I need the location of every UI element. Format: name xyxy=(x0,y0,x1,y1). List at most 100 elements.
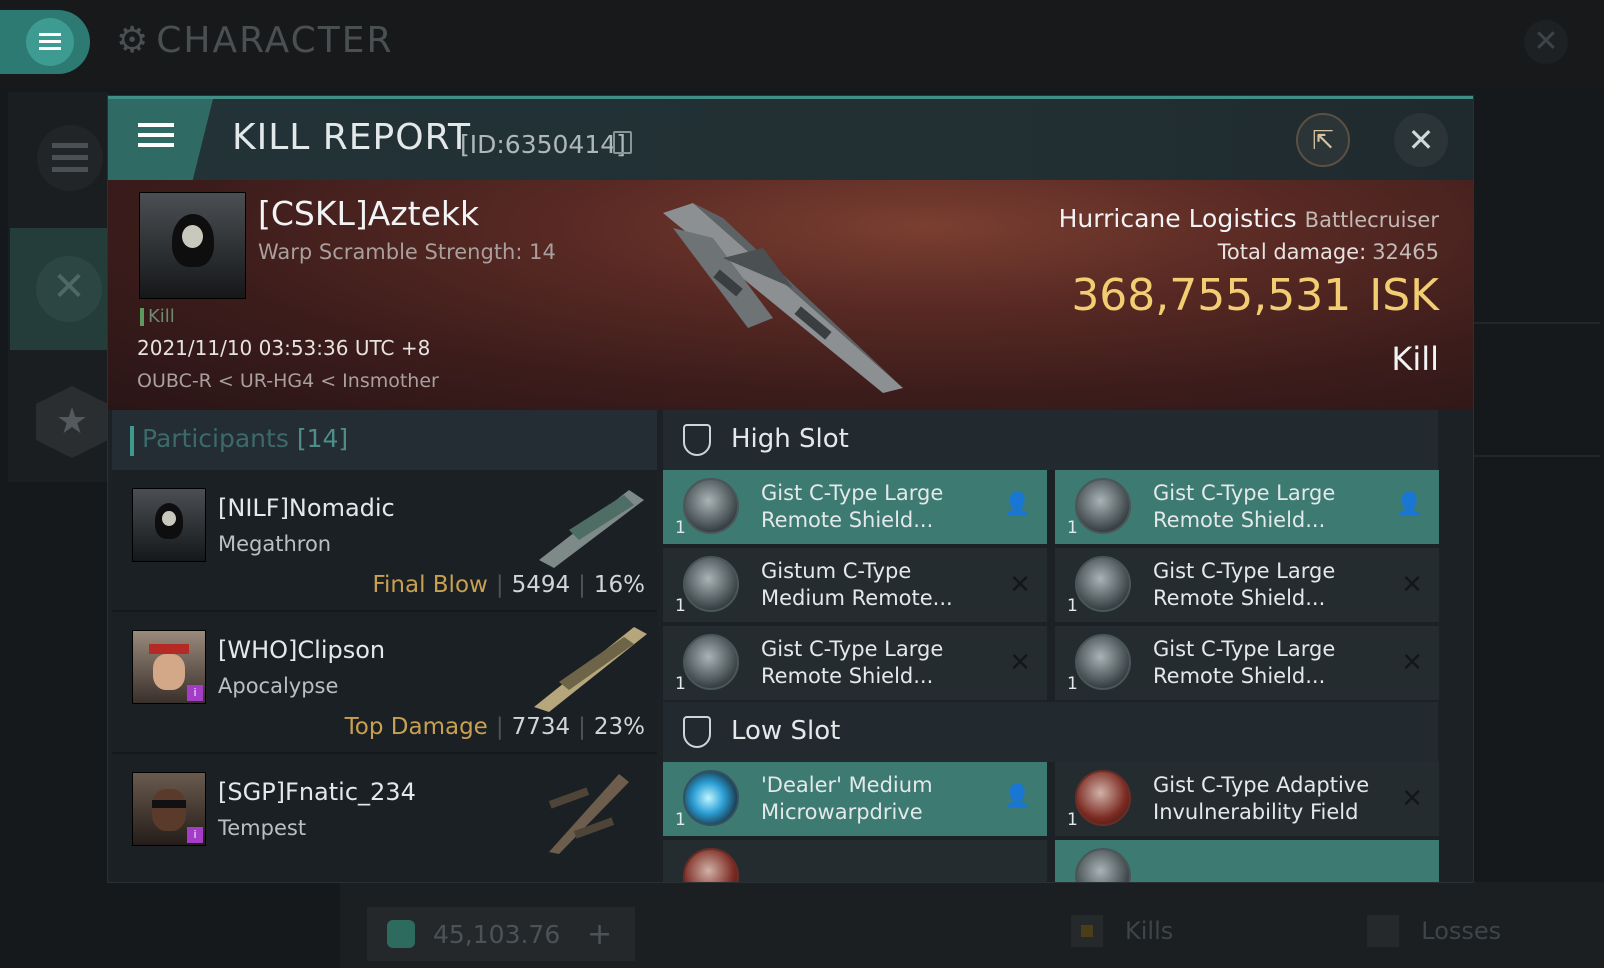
participant-ship: Megathron xyxy=(218,532,332,556)
side-nav-list-button[interactable] xyxy=(37,125,103,191)
module-item[interactable] xyxy=(663,840,1047,882)
participant-row[interactable]: [NILF]Nomadic Megathron Final Blow | 5494 |… xyxy=(112,470,657,612)
module-icon xyxy=(1075,848,1131,882)
shield-booster-icon xyxy=(1075,478,1131,534)
kills-losses-legend: Kills Losses xyxy=(1071,915,1501,947)
module-name: Gist C-Type Adaptive Invulnerability Fie… xyxy=(1153,773,1370,824)
losses-swatch[interactable] xyxy=(1367,915,1400,947)
victim-ship-name[interactable]: Hurricane Logistics Battlecruiser xyxy=(1059,204,1439,233)
modal-header: KILL REPORT [ID:6350414] ⇱ ✕ xyxy=(108,96,1473,183)
participant-portrait[interactable]: i xyxy=(132,772,206,846)
shield-booster-icon xyxy=(1075,556,1131,612)
modal-title: KILL REPORT xyxy=(232,117,471,158)
character-icon: ⚙ xyxy=(116,20,151,61)
module-name: Gist C-Type Large Remote Shield... xyxy=(1153,481,1336,532)
wallet-box: 45,103.76 + xyxy=(367,907,635,961)
participant-ship-image[interactable] xyxy=(529,764,649,854)
share-button[interactable]: ⇱ xyxy=(1296,113,1350,167)
info-badge: i xyxy=(187,685,203,701)
participant-stats: Final Blow | 5494 | 16% xyxy=(372,572,645,598)
participant-ship-image[interactable] xyxy=(529,480,649,570)
close-button[interactable]: ✕ xyxy=(1394,113,1448,167)
high-slot-title: High Slot xyxy=(731,424,849,454)
participant-percent: 23% xyxy=(593,714,645,740)
close-icon: ✕ xyxy=(1407,121,1435,159)
invulnerability-field-icon xyxy=(1075,770,1131,826)
person-icon: 👤 xyxy=(1395,492,1423,517)
destroyed-icon: ✕ xyxy=(1401,648,1423,678)
shield-booster-icon xyxy=(683,556,739,612)
destroyed-icon: ✕ xyxy=(1009,648,1031,678)
add-funds-button[interactable]: + xyxy=(587,917,612,952)
participant-ship: Tempest xyxy=(218,816,307,840)
module-name: Gist C-Type Large Remote Shield... xyxy=(761,637,944,688)
fitting-panel: High Slot 1 Gist C-Type Large Remote Shi… xyxy=(663,410,1473,882)
module-item[interactable]: 1 Gist C-Type Large Remote Shield... ✕ xyxy=(1055,626,1439,700)
module-item[interactable]: 1 Gistum C-Type Medium Remote... ✕ xyxy=(663,548,1047,622)
main-menu-button[interactable] xyxy=(0,10,90,74)
high-slot-header: High Slot xyxy=(663,410,1438,470)
participant-name[interactable]: [NILF]Nomadic xyxy=(218,494,395,522)
total-damage: Total damage: 32465 xyxy=(1217,240,1439,264)
hamburger-icon xyxy=(26,18,74,66)
participants-header: Participants [14] xyxy=(112,410,657,470)
wallet-value: 45,103.76 xyxy=(433,919,561,949)
module-name: Gist C-Type Large Remote Shield... xyxy=(761,481,944,532)
participant-stats: Top Damage | 7734 | 23% xyxy=(344,714,645,740)
page-close-button[interactable]: ✕ xyxy=(1524,20,1568,64)
participant-name[interactable]: [WHO]Clipson xyxy=(218,636,385,664)
participant-ship-image[interactable] xyxy=(529,622,649,712)
module-item[interactable]: 1 Gist C-Type Adaptive Invulnerability F… xyxy=(1055,762,1439,836)
module-item[interactable]: 1 Gist C-Type Large Remote Shield... ✕ xyxy=(1055,548,1439,622)
participant-percent: 16% xyxy=(593,572,645,598)
shield-booster-icon xyxy=(683,634,739,690)
victim-name[interactable]: [CSKL]Aztekk xyxy=(258,194,479,233)
shield-booster-icon xyxy=(1075,634,1131,690)
module-item[interactable]: 1 Gist C-Type Large Remote Shield... ✕ xyxy=(663,626,1047,700)
shield-booster-icon xyxy=(683,478,739,534)
page-title: ⚙ CHARACTER xyxy=(116,20,394,61)
module-name: 'Dealer' Medium Microwarpdrive xyxy=(761,773,933,824)
module-item[interactable] xyxy=(1055,840,1439,882)
copy-icon[interactable] xyxy=(613,131,632,154)
participant-row[interactable]: i [WHO]Clipson Apocalypse Top Damage | 773… xyxy=(112,612,657,754)
victim-ship-image[interactable] xyxy=(653,198,913,398)
module-item[interactable]: 1 Gist C-Type Large Remote Shield... 👤 xyxy=(1055,470,1439,544)
side-nav-combat-button[interactable]: ✕ xyxy=(10,228,108,350)
person-icon: 👤 xyxy=(1003,492,1031,517)
participants-count: [14] xyxy=(296,424,349,453)
participant-row[interactable]: i [SGP]Fnatic_234 Tempest xyxy=(112,754,657,882)
participants-title: Participants xyxy=(142,424,289,453)
modal-menu-button[interactable] xyxy=(108,99,213,183)
module-name: Gist C-Type Large Remote Shield... xyxy=(1153,637,1336,688)
kill-report-modal: KILL REPORT [ID:6350414] ⇱ ✕ [CSKL]Aztek… xyxy=(108,96,1473,882)
participants-panel: Participants [14] [NILF]Nomadic Megathro… xyxy=(112,410,657,882)
wallet-icon xyxy=(387,920,415,948)
warp-scramble-strength: Warp Scramble Strength: 14 xyxy=(258,240,556,264)
participant-name[interactable]: [SGP]Fnatic_234 xyxy=(218,778,416,806)
destroyed-icon: ✕ xyxy=(1009,570,1031,600)
info-badge: i xyxy=(187,827,203,843)
module-item[interactable]: 1 'Dealer' Medium Microwarpdrive 👤 xyxy=(663,762,1047,836)
destroyed-icon: ✕ xyxy=(1401,784,1423,814)
low-slot-title: Low Slot xyxy=(731,716,841,746)
person-icon: 👤 xyxy=(1003,784,1031,809)
module-name: Gistum C-Type Medium Remote... xyxy=(761,559,953,610)
star-icon: ★ xyxy=(55,401,89,442)
high-slot-icon xyxy=(683,424,711,456)
victim-portrait[interactable] xyxy=(139,192,246,299)
module-item[interactable]: 1 Gist C-Type Large Remote Shield... 👤 xyxy=(663,470,1047,544)
external-link-icon: ⇱ xyxy=(1312,126,1334,156)
crossed-swords-icon: ✕ xyxy=(36,256,102,322)
kill-tag: Kill xyxy=(140,306,175,327)
low-slot-header: Low Slot xyxy=(663,702,1438,762)
top-damage-tag: Top Damage xyxy=(344,714,488,740)
module-icon xyxy=(683,848,739,882)
participant-damage: 5494 xyxy=(511,572,571,598)
participant-portrait[interactable]: i xyxy=(132,630,206,704)
victim-banner: [CSKL]Aztekk Warp Scramble Strength: 14 … xyxy=(108,180,1473,410)
participant-portrait[interactable] xyxy=(132,488,206,562)
kills-swatch[interactable] xyxy=(1071,915,1103,947)
microwarpdrive-icon xyxy=(683,770,739,826)
participant-damage: 7734 xyxy=(511,714,571,740)
